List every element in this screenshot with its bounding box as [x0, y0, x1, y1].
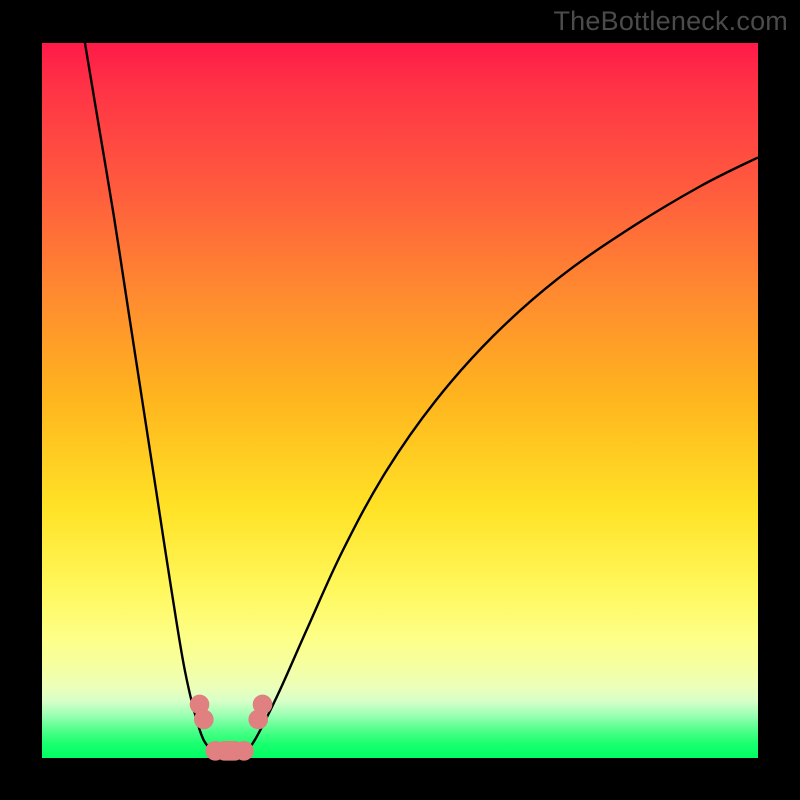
left-curve [85, 43, 221, 758]
marker-group [190, 695, 272, 760]
right-curve [242, 157, 758, 758]
plot-area [42, 43, 758, 758]
chart-frame: TheBottleneck.com [0, 0, 800, 800]
curves-svg [42, 43, 758, 758]
watermark-text: TheBottleneck.com [553, 6, 788, 37]
left-marker-lower [195, 710, 214, 729]
bottom-bar-left [206, 742, 225, 761]
bottom-bar-right [235, 742, 254, 761]
right-marker-lower [249, 710, 268, 729]
